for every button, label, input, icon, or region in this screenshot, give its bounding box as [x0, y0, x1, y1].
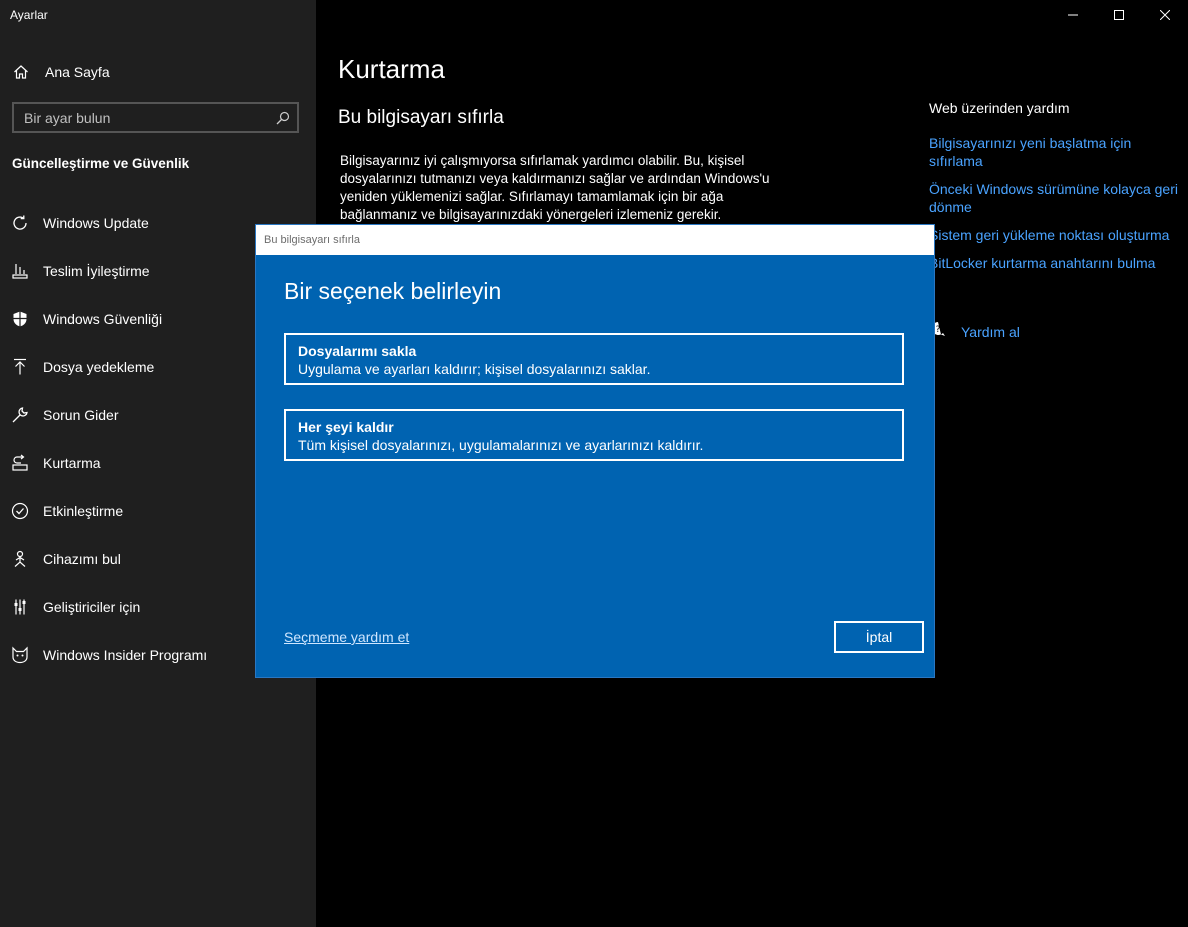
- check-circle-icon: [10, 501, 30, 521]
- sidebar-item-label: Geliştiriciler için: [43, 599, 141, 615]
- backup-arrow-icon: [10, 357, 30, 377]
- dialog-title: Bu bilgisayarı sıfırla: [256, 225, 934, 255]
- minimize-button[interactable]: [1050, 0, 1096, 30]
- delivery-icon: [10, 261, 30, 281]
- wrench-icon: [10, 405, 30, 425]
- cat-icon: [10, 645, 30, 665]
- option-title: Dosyalarımı sakla: [298, 343, 417, 359]
- close-button[interactable]: [1142, 0, 1188, 30]
- reset-description: Bilgisayarınız iyi çalışmıyorsa sıfırlam…: [340, 153, 770, 222]
- sidebar-item-label: Windows Insider Programı: [43, 647, 208, 663]
- option-description: Tüm kişisel dosyalarınızı, uygulamaların…: [298, 437, 704, 453]
- section-heading: Bu bilgisayarı sıfırla: [338, 107, 504, 128]
- option-remove-everything[interactable]: Her şeyi kaldır Tüm kişisel dosyalarınız…: [284, 409, 904, 461]
- cancel-button[interactable]: İptal: [834, 621, 924, 653]
- web-link-fresh-start[interactable]: Bilgisayarınızı yeni başlatma için sıfır…: [929, 134, 1179, 170]
- maximize-icon: [1114, 10, 1124, 20]
- web-link-restore-point[interactable]: Sistem geri yükleme noktası oluşturma: [929, 226, 1179, 244]
- sidebar-item-label: Teslim İyileştirme: [43, 263, 150, 279]
- web-help-panel: Web üzerinden yardım Bilgisayarınızı yen…: [929, 100, 1179, 282]
- sidebar-item-label: Etkinleştirme: [43, 503, 124, 519]
- shield-icon: [10, 309, 30, 329]
- home-label: Ana Sayfa: [45, 64, 110, 80]
- option-description: Uygulama ve ayarları kaldırır; kişisel d…: [298, 361, 651, 377]
- refresh-icon: [10, 213, 30, 233]
- sidebar-item-label: Windows Update: [43, 215, 149, 231]
- dialog-heading: Bir seçenek belirleyin: [284, 278, 502, 304]
- window-controls: [1050, 0, 1188, 30]
- section-title: Güncelleştirme ve Güvenlik: [12, 156, 190, 171]
- maximize-button[interactable]: [1096, 0, 1142, 30]
- reset-pc-dialog: Bu bilgisayarı sıfırla Bir seçenek belir…: [255, 224, 935, 678]
- web-link-go-back[interactable]: Önceki Windows sürümüne kolayca geri dön…: [929, 180, 1179, 216]
- page-title: Kurtarma: [338, 54, 445, 84]
- option-title: Her şeyi kaldır: [298, 419, 394, 435]
- home-link[interactable]: Ana Sayfa: [12, 60, 110, 84]
- sidebar-item-label: Sorun Gider: [43, 407, 119, 423]
- app-title: Ayarlar: [10, 8, 48, 22]
- minimize-icon: [1068, 14, 1078, 16]
- recovery-icon: [10, 453, 30, 473]
- option-keep-files[interactable]: Dosyalarımı sakla Uygulama ve ayarları k…: [284, 333, 904, 385]
- web-help-header: Web üzerinden yardım: [929, 100, 1070, 116]
- search-icon[interactable]: [269, 111, 297, 125]
- sidebar-item-label: Windows Güvenliği: [43, 311, 163, 327]
- home-icon: [12, 63, 30, 81]
- search-box[interactable]: [12, 102, 299, 133]
- person-pin-icon: [10, 549, 30, 569]
- sliders-icon: [10, 597, 30, 617]
- get-help-link[interactable]: ? Yardım al: [929, 320, 1020, 343]
- sidebar-item-label: Dosya yedekleme: [43, 359, 155, 375]
- svg-text:?: ?: [936, 325, 941, 335]
- sidebar-item-label: Cihazımı bul: [43, 551, 121, 567]
- help-me-choose-link[interactable]: Seçmeme yardım et: [284, 629, 409, 645]
- search-input[interactable]: [14, 109, 269, 126]
- sidebar-item-label: Kurtarma: [43, 455, 101, 471]
- get-help-label: Yardım al: [961, 323, 1020, 340]
- web-link-bitlocker[interactable]: BitLocker kurtarma anahtarını bulma: [929, 254, 1179, 272]
- close-icon: [1160, 10, 1170, 20]
